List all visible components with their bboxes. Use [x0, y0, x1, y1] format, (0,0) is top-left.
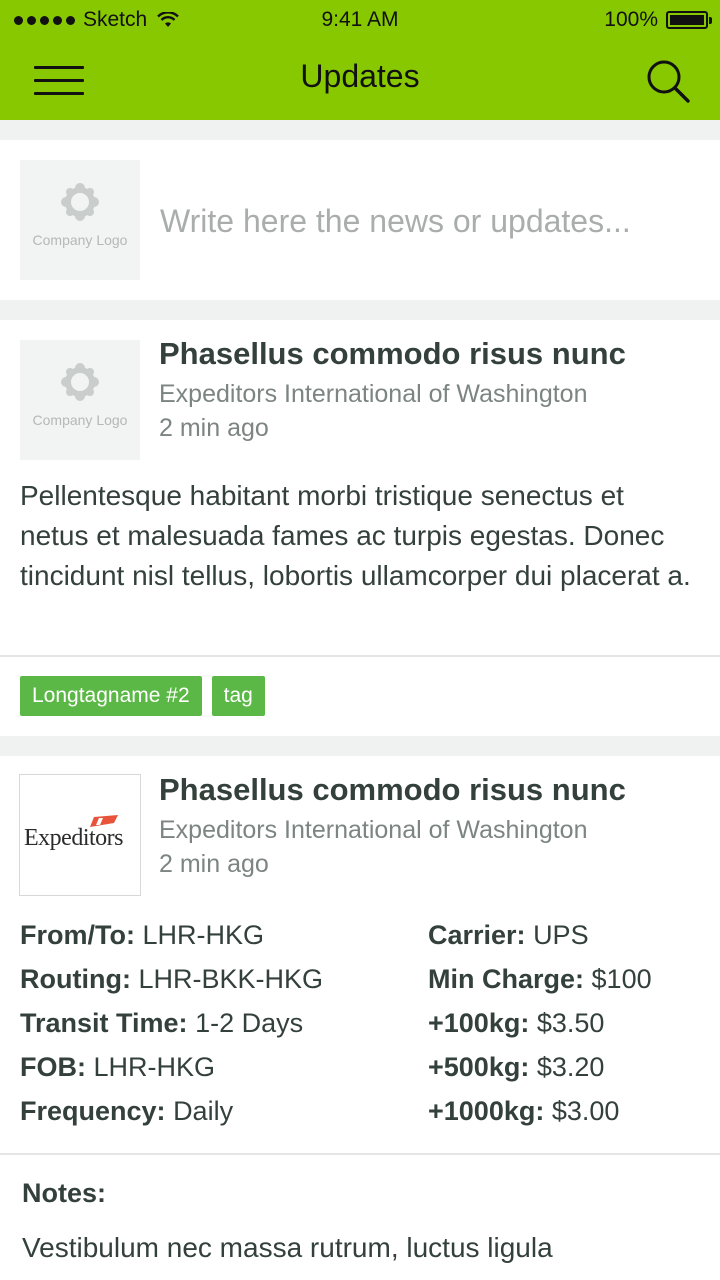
- navigation-bar: Updates: [0, 40, 720, 120]
- logo-placeholder-icon: [61, 363, 99, 401]
- divider: [0, 655, 720, 657]
- spec-from-to: From/To: LHR-HKG: [20, 920, 265, 950]
- spec-carrier: Carrier: UPS: [428, 920, 589, 950]
- search-icon[interactable]: [644, 58, 692, 104]
- update-input[interactable]: [160, 196, 700, 246]
- hamburger-menu-icon[interactable]: [34, 66, 84, 96]
- post-title[interactable]: Phasellus commodo risus nunc: [159, 336, 626, 372]
- notes-heading: Notes:: [22, 1178, 107, 1208]
- spec-routing: Routing: LHR-BKK-HKG: [20, 964, 323, 994]
- logo-placeholder-text: Company Logo: [32, 412, 128, 428]
- battery-percent: 100%: [604, 8, 658, 31]
- top-bar: Sketch 9:41 AM 100% Updates: [0, 0, 720, 120]
- spec-rate-1000kg: +1000kg: $3.00: [428, 1096, 620, 1126]
- company-logo-placeholder: Company Logo: [20, 340, 140, 460]
- spec-frequency: Frequency: Daily: [20, 1096, 234, 1126]
- spec-rate-500kg: +500kg: $3.20: [428, 1052, 605, 1082]
- spec-fob: FOB: LHR-HKG: [20, 1052, 216, 1082]
- expeditors-logo: Expeditors: [19, 774, 141, 896]
- logo-placeholder-icon: [61, 183, 99, 221]
- status-bar: Sketch 9:41 AM 100%: [0, 0, 720, 40]
- spec-rate-100kg: +100kg: $3.50: [428, 1008, 605, 1038]
- status-right: 100%: [604, 8, 712, 32]
- post-company[interactable]: Expeditors International of Washington: [159, 380, 588, 409]
- tag-chip[interactable]: tag: [211, 676, 265, 716]
- page-title: Updates: [300, 58, 420, 94]
- spec-transit-time: Transit Time: 1-2 Days: [20, 1008, 304, 1038]
- divider: [0, 1153, 720, 1155]
- notes-body: Vestibulum nec massa rutrum, luctus ligu…: [22, 1232, 553, 1263]
- logo-placeholder-text: Company Logo: [32, 232, 128, 248]
- company-logo-placeholder: Company Logo: [20, 160, 140, 280]
- post-body: Pellentesque habitant morbi tristique se…: [20, 480, 691, 591]
- logo-wordmark: Expeditors: [24, 825, 123, 851]
- post-title[interactable]: Phasellus commodo risus nunc: [159, 772, 626, 808]
- spec-min-charge: Min Charge: $100: [428, 964, 652, 994]
- post-time: 2 min ago: [159, 414, 269, 442]
- tag-list: Longtagname #2 tag: [20, 676, 265, 716]
- battery-icon: [666, 11, 712, 29]
- post-company[interactable]: Expeditors International of Washington: [159, 816, 588, 845]
- post-time: 2 min ago: [159, 850, 269, 878]
- tag-chip[interactable]: Longtagname #2: [20, 676, 202, 716]
